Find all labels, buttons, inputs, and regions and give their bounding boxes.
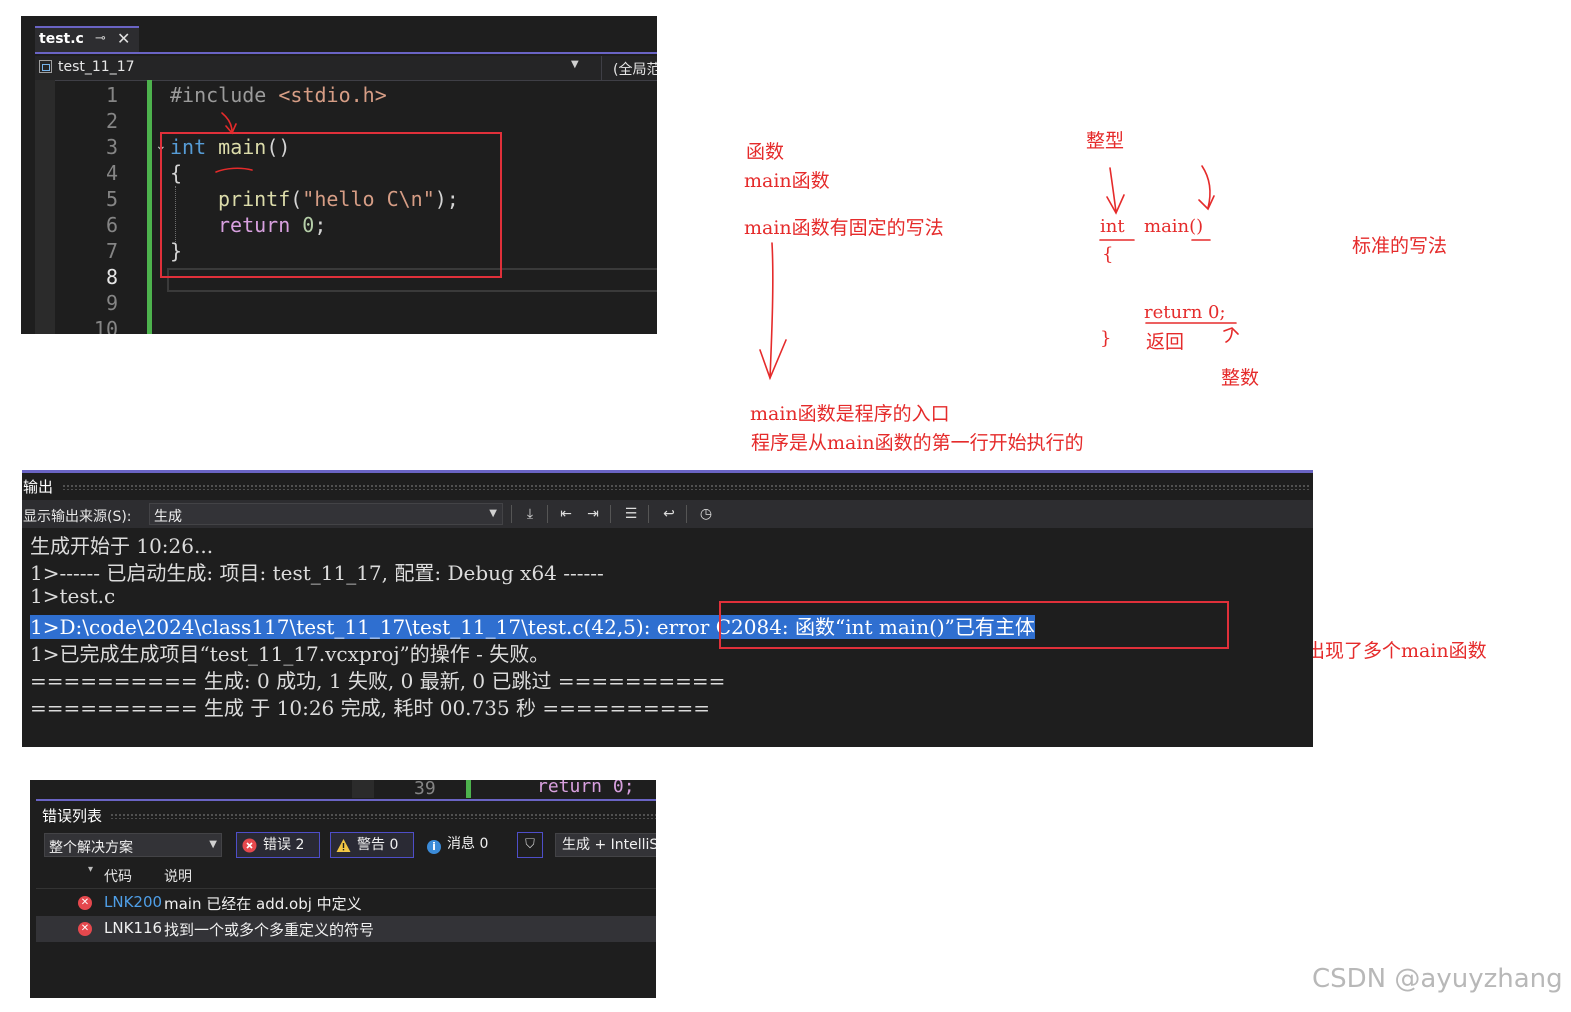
warning-icon <box>336 839 351 852</box>
annotation-integer: 整数 <box>1221 367 1260 389</box>
output-line[interactable]: ========== 生成 于 10:26 完成, 耗时 00.735 秒 ==… <box>30 692 710 721</box>
previous-message-icon[interactable]: ⇤ <box>556 504 576 524</box>
panel-accent-line <box>22 470 1313 473</box>
annotation-int-type: 整型 <box>1086 130 1125 152</box>
panel-drag-handle[interactable] <box>62 484 1310 490</box>
output-source-value: 生成 <box>154 509 182 525</box>
toolbar-divider <box>547 505 548 523</box>
sort-indicator-icon: ▾ <box>88 864 94 875</box>
line-number: 39 <box>414 780 436 799</box>
errors-filter-button[interactable]: 错误 2 <box>236 832 320 858</box>
filter-icon[interactable]: ⛉ <box>517 832 543 858</box>
annotation-return-word: 返回 <box>1146 331 1185 353</box>
build-intellisense-select[interactable]: 生成 + IntelliSense <box>555 833 656 857</box>
annotation-entry-1: main函数是程序的入口 <box>750 403 950 425</box>
error-row[interactable]: ✕ LNK2005 main 已经在 add.obj 中定义 <box>36 890 656 916</box>
output-line[interactable]: ========== 生成: 0 成功, 1 失败, 0 最新, 0 已跳过 =… <box>30 665 725 694</box>
arrow-entry-head <box>759 339 787 381</box>
column-header-description[interactable]: 说明 <box>164 866 192 886</box>
output-source-select[interactable]: 生成 ▼ <box>149 503 503 525</box>
error-icon <box>242 838 257 853</box>
output-line[interactable]: 生成开始于 10:26... <box>30 530 213 559</box>
annotation-sketch-int: int <box>1100 216 1125 237</box>
panel-drag-handle[interactable] <box>110 813 656 819</box>
scope-select[interactable]: 整个解决方案 ▼ <box>44 833 222 857</box>
info-icon: i <box>427 840 441 854</box>
chevron-down-icon: ▼ <box>489 508 497 519</box>
error-list-panel: 39 return 0; 错误列表 整个解决方案 ▼ 错误 2 警告 0 i 消息… <box>30 780 656 998</box>
annotation-function: 函数 <box>746 141 785 163</box>
messages-count: 消息 0 <box>447 836 489 852</box>
annotation-sketch-open: { <box>1102 244 1114 265</box>
annotation-main-fixed: main函数有固定的写法 <box>744 217 944 239</box>
editor-fragment: 39 return 0; <box>30 780 656 799</box>
underline-main <box>215 167 253 173</box>
toolbar-divider <box>648 505 649 523</box>
toolbar-divider <box>686 505 687 523</box>
warnings-filter-button[interactable]: 警告 0 <box>330 832 414 858</box>
clear-all-icon[interactable]: ☰ <box>621 504 641 524</box>
panel-title: 错误列表 <box>42 807 103 825</box>
find-message-icon[interactable]: ⤓ <box>520 504 540 524</box>
error-description: main 已经在 add.obj 中定义 <box>164 895 362 913</box>
error-list-header: ▾ 代码 说明 <box>36 864 656 888</box>
error-list-toolbar: 整个解决方案 ▼ 错误 2 警告 0 i 消息 0 ⛉ 生成 + IntelliS… <box>36 830 656 860</box>
watermark: CSDN @ayuyzhang <box>1312 964 1563 994</box>
messages-filter-button[interactable]: i 消息 0 <box>427 832 488 858</box>
chevron-down-icon: ▼ <box>209 839 217 850</box>
annotation-sketch-close: } <box>1100 328 1112 349</box>
error-code-link[interactable]: LNK2005 <box>104 893 162 911</box>
panel-title: 输出 <box>23 478 54 496</box>
output-line[interactable]: 1>------ 已启动生成: 项目: test_11_17, 配置: Debu… <box>30 557 604 586</box>
error-row-selected[interactable]: ✕ LNK1169 找到一个或多个多重定义的符号 <box>36 916 656 942</box>
arrow-to-main <box>221 112 233 133</box>
output-line[interactable]: 1>test.c <box>30 584 115 608</box>
column-header-code[interactable]: 代码 <box>104 866 132 886</box>
error-icon: ✕ <box>78 896 92 910</box>
scope-value: 整个解决方案 <box>49 840 133 856</box>
editor-margin <box>352 780 374 798</box>
annotation-box-error <box>719 601 1229 649</box>
code-fragment: return 0; <box>537 780 635 797</box>
change-tracking-bar <box>466 780 471 798</box>
toolbar-divider <box>511 505 512 523</box>
errors-count: 错误 2 <box>263 837 305 853</box>
error-icon: ✕ <box>78 922 92 936</box>
annotation-sketch-return: return 0; <box>1144 302 1226 323</box>
annotation-main-function: main函数 <box>744 170 830 192</box>
warnings-count: 警告 0 <box>357 837 399 853</box>
output-panel: 输出 显示输出来源(S): 生成 ▼ ⤓ ⇤ ⇥ ☰ ↩ ◷ 生成开始于 10:… <box>22 470 1313 747</box>
toolbar-divider <box>610 505 611 523</box>
output-toolbar: 显示输出来源(S): 生成 ▼ ⤓ ⇤ ⇥ ☰ ↩ ◷ <box>22 500 1313 528</box>
timestamp-icon[interactable]: ◷ <box>696 504 716 524</box>
next-message-icon[interactable]: ⇥ <box>583 504 603 524</box>
annotation-entry-2: 程序是从main函数的第一行开始执行的 <box>751 432 1084 454</box>
output-source-label: 显示输出来源(S): <box>23 509 132 525</box>
word-wrap-icon[interactable]: ↩ <box>659 504 679 524</box>
error-code[interactable]: LNK1169 <box>104 919 162 937</box>
annotation-standard: 标准的写法 <box>1352 235 1448 257</box>
annotation-sketch-main: main() <box>1144 216 1204 237</box>
header-divider <box>36 888 656 889</box>
error-description: 找到一个或多个多重定义的符号 <box>164 921 375 939</box>
output-line[interactable]: 1>已完成生成项目“test_11_17.vcxproj”的操作 - 失败。 <box>30 638 549 667</box>
arrow-entry-shaft <box>769 242 774 379</box>
annotation-multiple-main: 出现了多个main函数 <box>1306 640 1487 662</box>
panel-accent-line <box>36 799 656 801</box>
